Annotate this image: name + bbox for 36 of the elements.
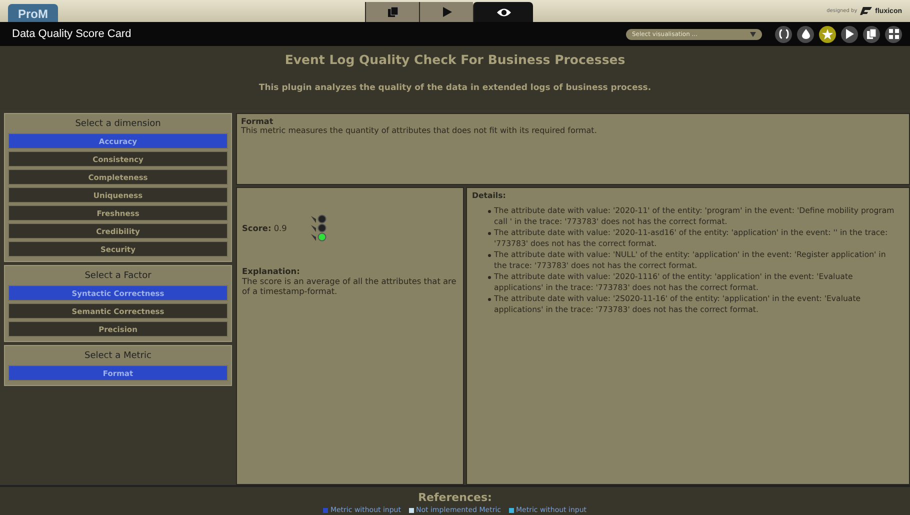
metric-name: Format xyxy=(241,117,274,126)
window-title: Data Quality Score Card xyxy=(12,28,132,40)
bullet-icon xyxy=(488,298,491,301)
copy-icon xyxy=(386,6,398,18)
bullet-icon xyxy=(488,254,491,257)
explanation-title: Explanation: xyxy=(242,266,301,276)
copy-icon xyxy=(866,29,876,39)
app-logo: ProM xyxy=(8,4,58,22)
panel-title: Select a Factor xyxy=(84,270,152,283)
view-tab[interactable] xyxy=(473,2,533,22)
metric-description: This metric measures the quantity of attributes that does not fit with its required format. xyxy=(241,126,598,135)
play-icon xyxy=(440,6,452,18)
toolbar-button[interactable] xyxy=(863,26,880,42)
references-title: References: xyxy=(418,491,492,504)
bullet-icon xyxy=(488,210,491,213)
toolbar-button[interactable] xyxy=(775,26,792,42)
drop-icon xyxy=(802,29,810,39)
explanation-text: The score is an average of all the attributes that are of a timestamp-format. xyxy=(242,276,458,296)
eye-icon xyxy=(496,6,512,18)
bullet-icon xyxy=(488,232,491,235)
panel-title: Select a dimension xyxy=(74,118,162,131)
panel-title: Select a Metric xyxy=(84,350,152,363)
toolbar-button[interactable] xyxy=(885,26,902,42)
brand-logo-icon xyxy=(860,7,872,15)
toolbar-button[interactable] xyxy=(797,26,814,42)
toolbar-button[interactable] xyxy=(841,26,858,42)
play-icon xyxy=(845,29,854,39)
bullet-icon xyxy=(488,276,491,279)
star-icon xyxy=(822,28,833,40)
toolbar-button[interactable] xyxy=(819,26,836,42)
score-text: Score: 0.9 xyxy=(242,223,287,233)
page-subtitle: This plugin analyzes the quality of the data in extended logs of business process. xyxy=(258,83,652,93)
caret-icon xyxy=(750,32,756,36)
page-title: Event Log Quality Check For Business Processes xyxy=(284,52,626,67)
grid-icon xyxy=(888,29,898,39)
braces-icon xyxy=(778,29,788,39)
